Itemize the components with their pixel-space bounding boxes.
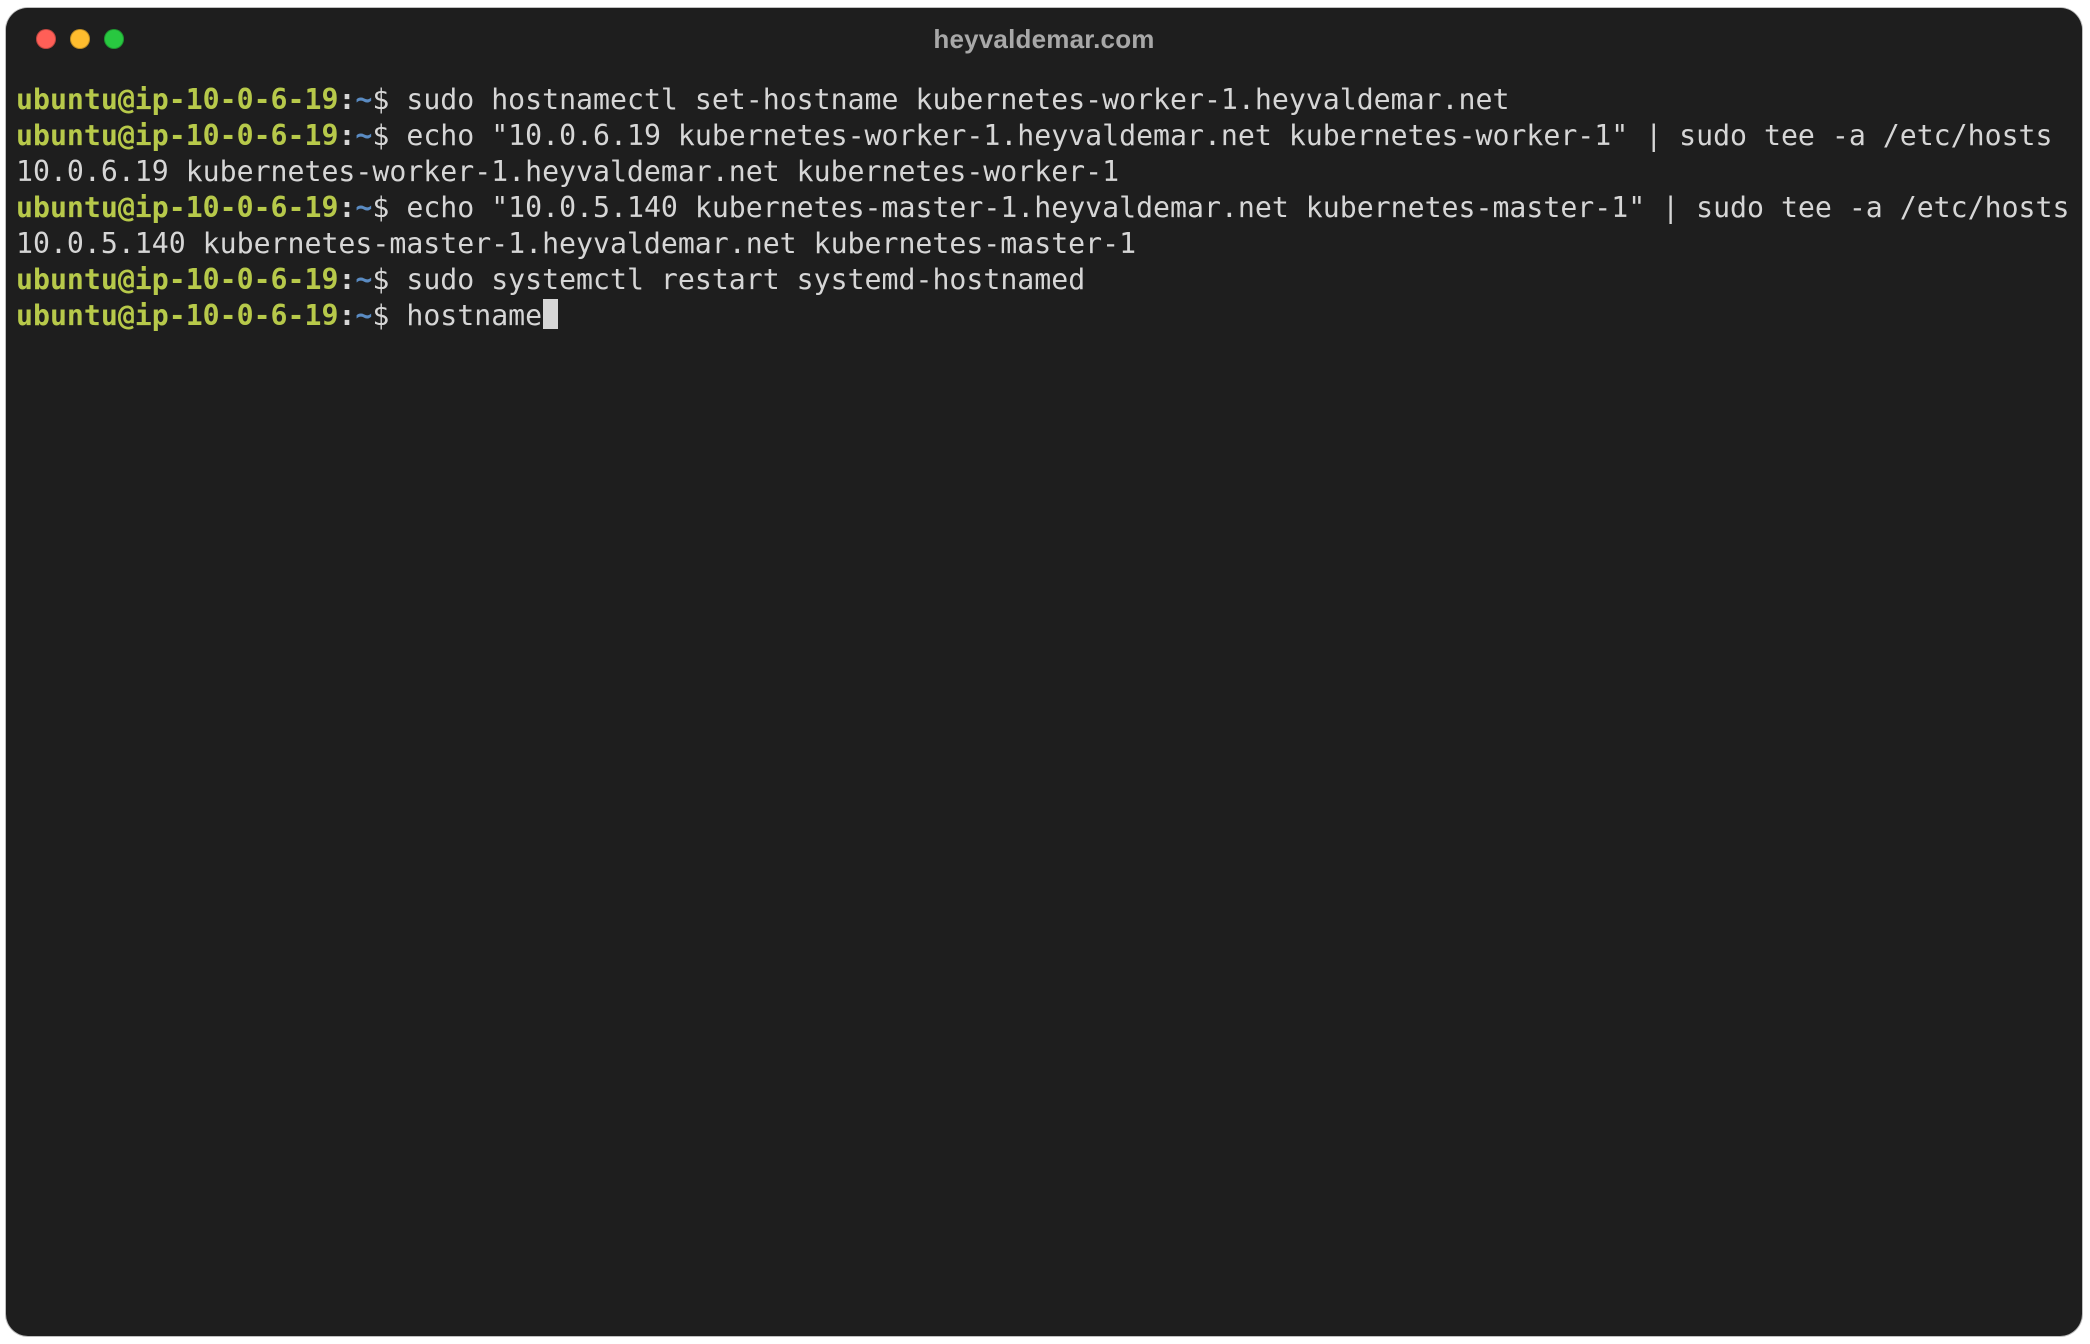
cursor-icon <box>543 299 558 329</box>
prompt-symbol: $ <box>372 119 406 152</box>
output-text: 10.0.5.140 kubernetes-master-1.heyvaldem… <box>16 227 1136 260</box>
command-text: sudo hostnamectl set-hostname kubernetes… <box>406 83 1509 116</box>
command-text: echo "10.0.5.140 kubernetes-master-1.hey… <box>406 191 2069 224</box>
maximize-icon[interactable] <box>104 29 124 49</box>
prompt-user-host: ubuntu@ip-10-0-6-19 <box>16 191 338 224</box>
prompt-user-host: ubuntu@ip-10-0-6-19 <box>16 299 338 332</box>
prompt-symbol: $ <box>372 191 406 224</box>
terminal-output[interactable]: ubuntu@ip-10-0-6-19:~$ sudo hostnamectl … <box>6 70 2082 344</box>
prompt-symbol: $ <box>372 263 406 296</box>
prompt-user-host: ubuntu@ip-10-0-6-19 <box>16 263 338 296</box>
prompt-symbol: $ <box>372 83 406 116</box>
command-text: sudo systemctl restart systemd-hostnamed <box>406 263 1085 296</box>
command-line: ubuntu@ip-10-0-6-19:~$ hostname <box>16 298 2072 334</box>
prompt-path: ~ <box>355 263 372 296</box>
prompt-separator: : <box>338 83 355 116</box>
command-line: ubuntu@ip-10-0-6-19:~$ sudo systemctl re… <box>16 262 2072 298</box>
prompt-user-host: ubuntu@ip-10-0-6-19 <box>16 119 338 152</box>
terminal-window: heyvaldemar.com ubuntu@ip-10-0-6-19:~$ s… <box>6 8 2082 1336</box>
command-text: hostname <box>406 299 542 332</box>
prompt-separator: : <box>338 191 355 224</box>
command-line: ubuntu@ip-10-0-6-19:~$ echo "10.0.5.140 … <box>16 190 2072 226</box>
command-line: ubuntu@ip-10-0-6-19:~$ echo "10.0.6.19 k… <box>16 118 2072 154</box>
window-title: heyvaldemar.com <box>6 24 2082 55</box>
output-line: 10.0.6.19 kubernetes-worker-1.heyvaldema… <box>16 154 2072 190</box>
prompt-path: ~ <box>355 299 372 332</box>
prompt-symbol: $ <box>372 299 406 332</box>
output-line: 10.0.5.140 kubernetes-master-1.heyvaldem… <box>16 226 2072 262</box>
output-text: 10.0.6.19 kubernetes-worker-1.heyvaldema… <box>16 155 1119 188</box>
prompt-path: ~ <box>355 191 372 224</box>
prompt-separator: : <box>338 299 355 332</box>
minimize-icon[interactable] <box>70 29 90 49</box>
command-text: echo "10.0.6.19 kubernetes-worker-1.heyv… <box>406 119 2052 152</box>
prompt-separator: : <box>338 119 355 152</box>
prompt-user-host: ubuntu@ip-10-0-6-19 <box>16 83 338 116</box>
command-line: ubuntu@ip-10-0-6-19:~$ sudo hostnamectl … <box>16 82 2072 118</box>
close-icon[interactable] <box>36 29 56 49</box>
prompt-path: ~ <box>355 119 372 152</box>
titlebar: heyvaldemar.com <box>6 8 2082 70</box>
prompt-separator: : <box>338 263 355 296</box>
traffic-lights <box>6 29 124 49</box>
prompt-path: ~ <box>355 83 372 116</box>
